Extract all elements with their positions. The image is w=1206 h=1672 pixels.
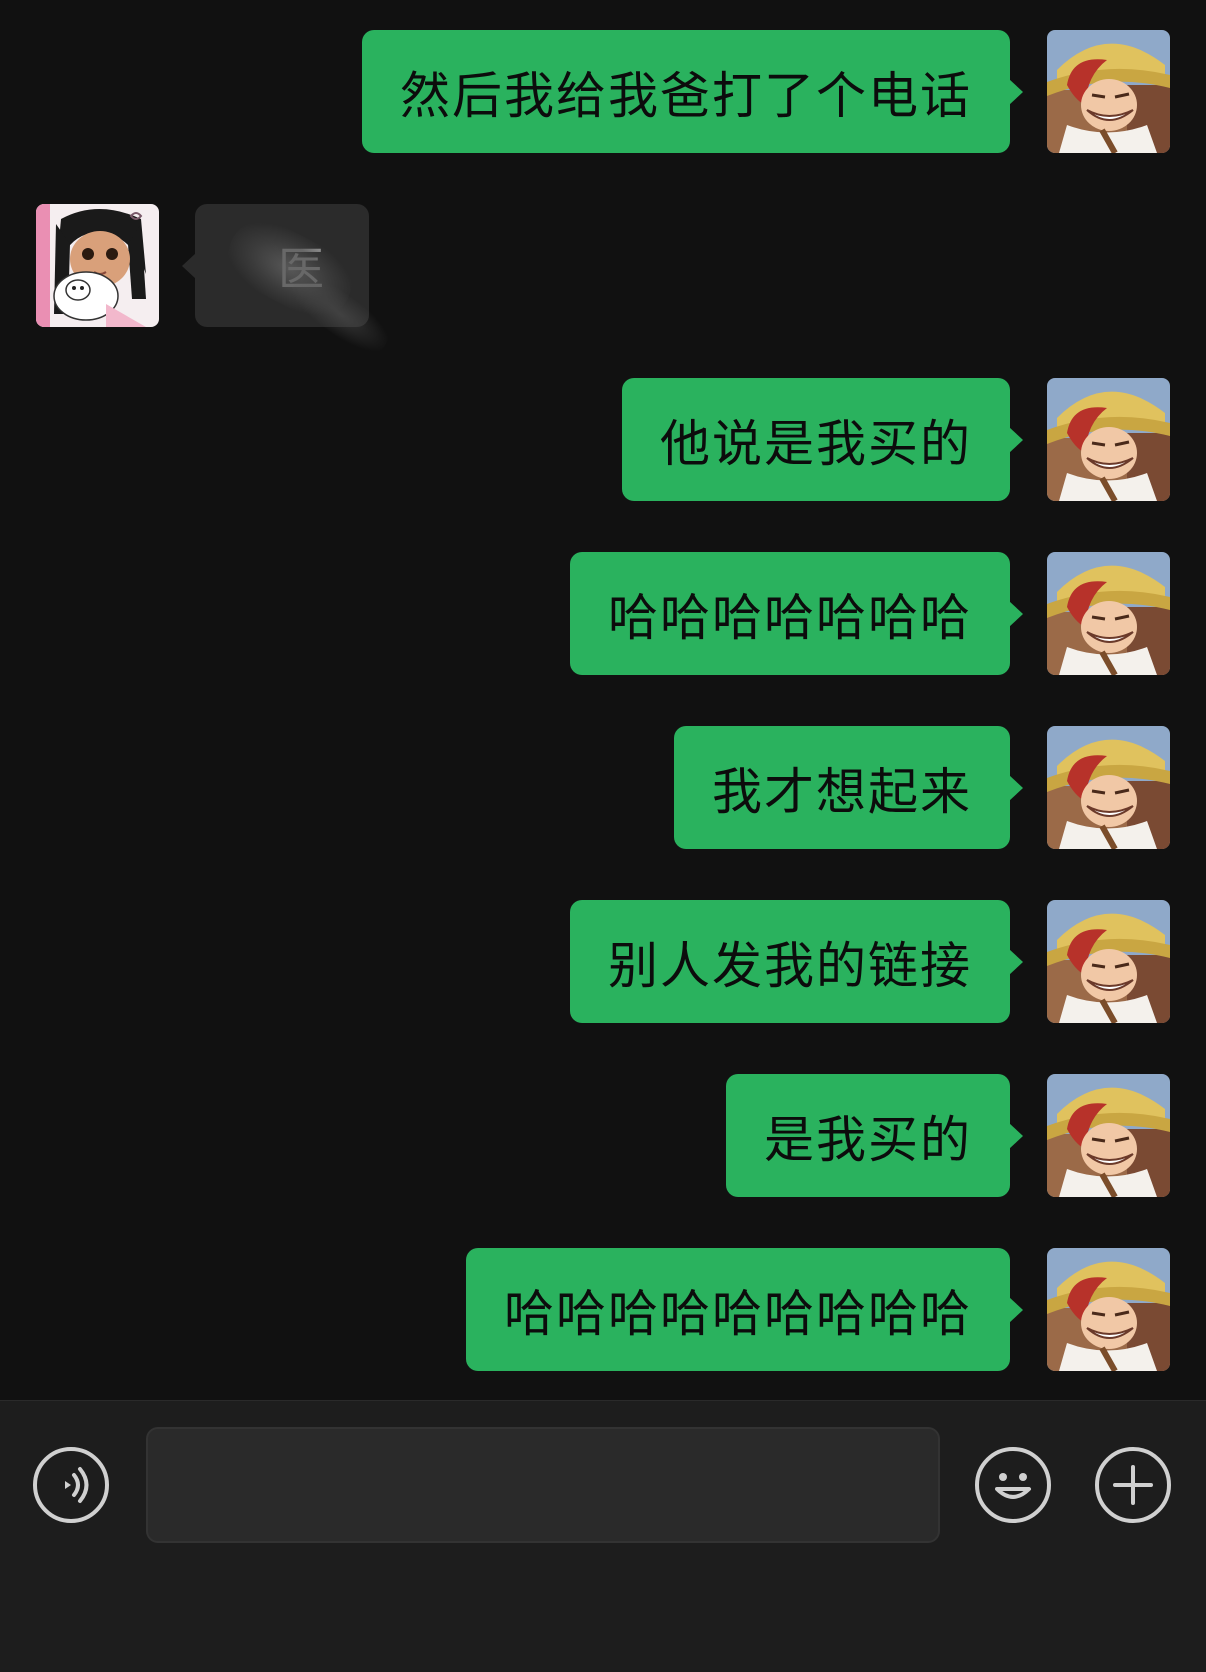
message-bubble-outgoing[interactable]: 是我买的	[726, 1074, 1023, 1197]
message-row: 我才想起来	[0, 726, 1206, 849]
message-row: 是我买的	[0, 1074, 1206, 1197]
message-bubble-outgoing[interactable]: 然后我给我爸打了个电话	[362, 30, 1023, 153]
voice-input-icon	[65, 1467, 89, 1503]
my-avatar[interactable]	[1047, 900, 1170, 1023]
message-row: 他说是我买的	[0, 378, 1206, 501]
my-avatar[interactable]	[1047, 552, 1170, 675]
input-bar	[0, 1400, 1206, 1672]
message-row: 医	[0, 204, 1206, 362]
my-avatar[interactable]	[1047, 726, 1170, 849]
contact-avatar[interactable]	[36, 204, 159, 327]
message-row: 然后我给我爸打了个电话	[0, 30, 1206, 153]
emoji-button[interactable]	[975, 1447, 1051, 1523]
message-row: 别人发我的链接	[0, 900, 1206, 1023]
more-options-button[interactable]	[1095, 1447, 1171, 1523]
message-bubble-outgoing[interactable]: 哈哈哈哈哈哈哈	[570, 552, 1023, 675]
my-avatar[interactable]	[1047, 1074, 1170, 1197]
message-bubble-outgoing[interactable]: 哈哈哈哈哈哈哈哈哈	[466, 1248, 1023, 1371]
message-text: 医	[278, 241, 326, 296]
message-bubble-outgoing[interactable]: 我才想起来	[674, 726, 1023, 849]
plus-icon	[1113, 1465, 1153, 1505]
my-avatar[interactable]	[1047, 1248, 1170, 1371]
message-row: 哈哈哈哈哈哈哈	[0, 552, 1206, 675]
message-text: 然后我给我爸打了个电话	[400, 66, 972, 125]
message-bubble-outgoing[interactable]: 别人发我的链接	[570, 900, 1023, 1023]
message-text: 我才想起来	[712, 762, 972, 821]
message-row: 哈哈哈哈哈哈哈哈哈	[0, 1248, 1206, 1371]
message-bubble-incoming[interactable]: 医	[182, 204, 397, 362]
message-text: 他说是我买的	[660, 414, 972, 473]
my-avatar[interactable]	[1047, 378, 1170, 501]
chat-area[interactable]: 然后我给我爸打了个电话 医 他说是我买的 哈哈哈哈哈哈哈 我才想起来 别人发我的…	[0, 0, 1206, 1400]
message-text: 别人发我的链接	[608, 936, 972, 995]
emoji-icon	[995, 1473, 1031, 1499]
message-text: 哈哈哈哈哈哈哈哈哈	[504, 1284, 972, 1343]
message-text: 是我买的	[764, 1110, 972, 1169]
message-text: 哈哈哈哈哈哈哈	[608, 588, 972, 647]
message-input[interactable]	[146, 1427, 940, 1543]
voice-input-button[interactable]	[33, 1447, 109, 1523]
my-avatar[interactable]	[1047, 30, 1170, 153]
message-bubble-outgoing[interactable]: 他说是我买的	[622, 378, 1023, 501]
